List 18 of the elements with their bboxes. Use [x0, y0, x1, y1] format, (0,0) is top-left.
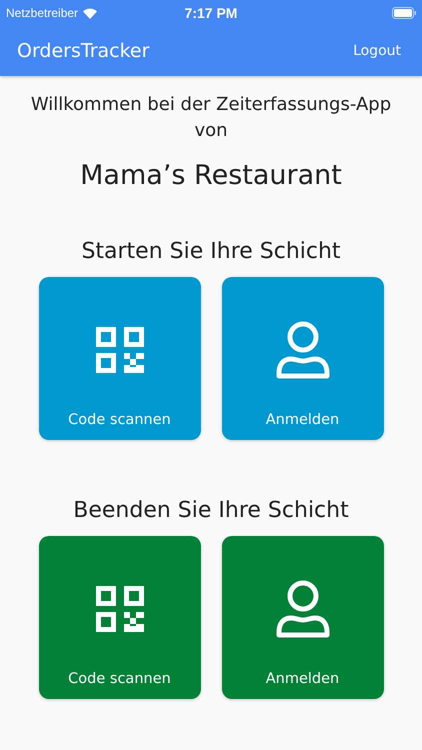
scan-code-button[interactable]: Code scannen	[38, 536, 200, 699]
wifi-icon	[83, 8, 98, 18]
sign-in-button[interactable]: Anmelden	[222, 536, 384, 699]
person-icon	[274, 320, 330, 378]
scan-code-button[interactable]: Code scannen	[38, 277, 200, 440]
person-icon	[274, 580, 330, 638]
welcome-text: Willkommen bei der Zeiterfassungs-App von	[30, 93, 392, 143]
qr-code-icon	[96, 326, 144, 372]
section-heading: Beenden Sie Ihre Schicht	[73, 498, 349, 523]
battery-icon	[392, 7, 416, 19]
qr-code-icon	[96, 586, 144, 632]
sign-in-button[interactable]: Anmelden	[222, 277, 384, 440]
section-heading: Starten Sie Ihre Schicht	[81, 239, 341, 264]
logout-button[interactable]: Logout	[353, 39, 401, 63]
clock-time: 7:17 PM	[184, 5, 238, 21]
restaurant-name: Mama’s Restaurant	[80, 160, 342, 191]
app-title: OrdersTracker	[17, 40, 150, 62]
carrier-name: Netzbetreiber	[6, 6, 78, 20]
